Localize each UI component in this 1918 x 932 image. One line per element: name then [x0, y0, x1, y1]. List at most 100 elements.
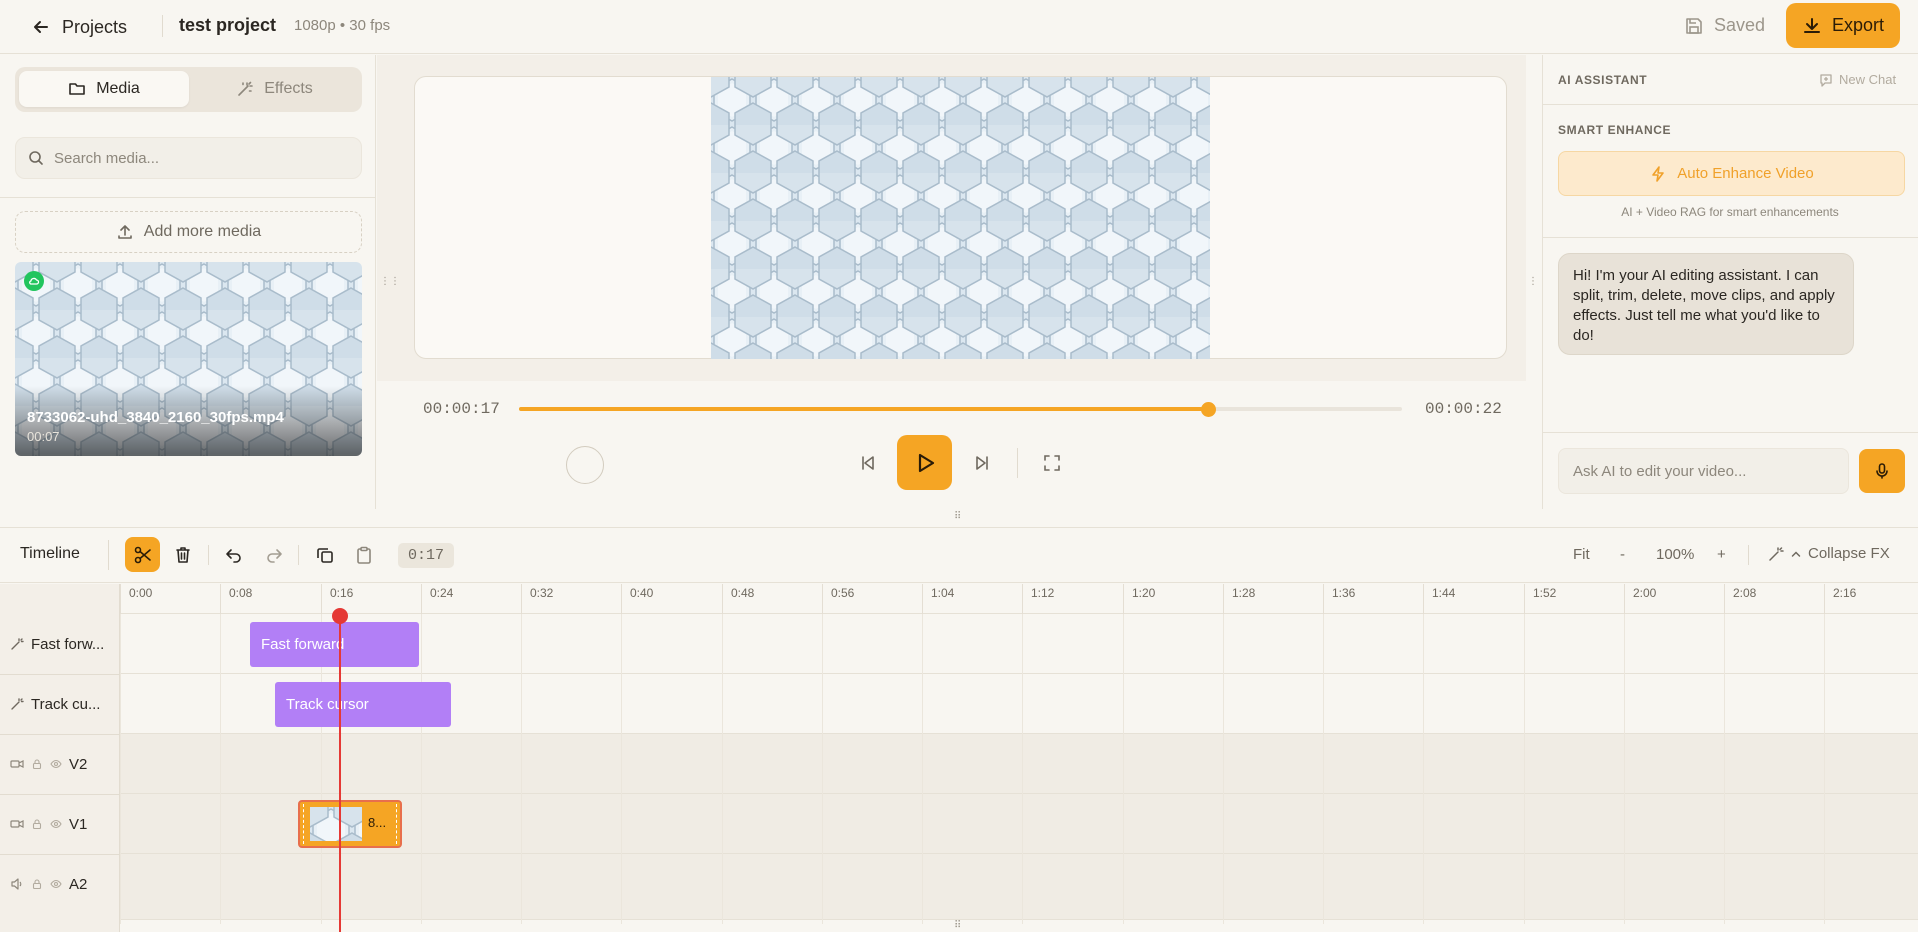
eye-icon[interactable]	[50, 878, 62, 890]
clip-trim-handle-left[interactable]	[303, 804, 306, 844]
skip-back-button[interactable]	[853, 448, 883, 478]
timeline-resize-handle[interactable]: ⠿	[954, 511, 961, 522]
clip-thumbnail	[310, 807, 362, 841]
controls-divider	[1017, 448, 1018, 478]
grid-line	[421, 614, 422, 924]
auto-enhance-label: Auto Enhance Video	[1677, 165, 1814, 182]
track-header-fast-forward[interactable]: Fast forw...	[0, 614, 120, 674]
grid-line	[1223, 614, 1224, 924]
undo-button[interactable]	[219, 540, 249, 570]
ruler-tick-label: 0:16	[330, 586, 354, 600]
fullscreen-button[interactable]	[1037, 448, 1067, 478]
skip-forward-button[interactable]	[967, 448, 997, 478]
assistant-divider	[1542, 104, 1918, 105]
progress-handle[interactable]	[1201, 402, 1216, 417]
delete-button[interactable]	[168, 540, 198, 570]
grid-line	[1724, 614, 1725, 924]
track-row[interactable]	[120, 854, 1918, 920]
grid-line	[220, 614, 221, 924]
track-row[interactable]	[120, 734, 1918, 794]
microphone-button[interactable]	[1859, 449, 1905, 493]
input-divider	[1542, 432, 1918, 433]
ruler-tick-label: 1:52	[1533, 586, 1557, 600]
panel-divider	[0, 197, 376, 198]
track-name: Fast forw...	[31, 635, 105, 653]
track-header-track-cursor[interactable]: Track cu...	[0, 674, 120, 734]
toolbar-divider	[208, 545, 209, 565]
magic-wand-icon	[10, 637, 24, 651]
video-frame-image	[711, 77, 1210, 359]
track-header-v2[interactable]: V2	[0, 734, 120, 794]
media-search-input[interactable]	[54, 149, 344, 167]
fx-clip-track-cursor[interactable]: Track cursor	[275, 682, 451, 727]
auto-enhance-button[interactable]: Auto Enhance Video	[1558, 151, 1905, 196]
track-header-a2[interactable]: A2	[0, 854, 120, 914]
cloud-icon	[24, 271, 44, 291]
add-media-button[interactable]: Add more media	[15, 211, 362, 253]
grid-line	[1524, 614, 1525, 924]
clip-trim-handle-right[interactable]	[394, 804, 397, 844]
track-name: A2	[69, 875, 88, 893]
ruler-tick	[1524, 584, 1525, 614]
clip-label: 8...	[368, 815, 387, 830]
new-chat-button[interactable]: New Chat	[1819, 72, 1896, 87]
panel-tabs: Media Effects	[15, 67, 362, 112]
fx-clip-label: Track cursor	[286, 696, 369, 713]
ruler-tick	[722, 584, 723, 614]
lock-icon[interactable]	[31, 878, 43, 890]
undo-icon	[224, 545, 244, 565]
ruler-tick-label: 1:04	[931, 586, 955, 600]
timeline-title: Timeline	[20, 545, 80, 562]
download-icon	[1802, 16, 1822, 36]
export-button[interactable]: Export	[1786, 3, 1900, 48]
tab-media[interactable]: Media	[19, 71, 189, 107]
saved-label: Saved	[1714, 15, 1766, 35]
split-button[interactable]	[125, 537, 160, 572]
grid-line	[922, 614, 923, 924]
speaker-icon	[10, 877, 24, 891]
auto-enhance-subtitle: AI + Video RAG for smart enhancements	[1621, 205, 1839, 219]
fit-button[interactable]: Fit	[1573, 546, 1590, 563]
zoom-in-button[interactable]: +	[1717, 546, 1726, 563]
scissors-icon	[133, 545, 153, 565]
ask-ai-input[interactable]	[1573, 449, 1834, 493]
eye-icon[interactable]	[50, 818, 62, 830]
tab-effects[interactable]: Effects	[191, 71, 358, 107]
playhead[interactable]	[339, 614, 341, 932]
save-icon	[1684, 16, 1704, 36]
lock-icon[interactable]	[31, 758, 43, 770]
search-icon	[28, 150, 44, 166]
enhance-divider	[1542, 237, 1918, 238]
grid-line	[1824, 614, 1825, 924]
ruler-tick	[521, 584, 522, 614]
folder-icon	[68, 80, 86, 98]
skip-back-icon	[858, 453, 878, 473]
video-preview[interactable]	[711, 77, 1210, 359]
tab-effects-label: Effects	[264, 80, 313, 97]
copy-button[interactable]	[310, 540, 340, 570]
eye-icon[interactable]	[50, 758, 62, 770]
zoom-out-button[interactable]: -	[1620, 546, 1625, 563]
grid-line	[120, 614, 121, 924]
lightning-icon	[1649, 165, 1667, 183]
playhead-handle[interactable]	[332, 608, 348, 624]
ruler-tick	[822, 584, 823, 614]
back-to-projects[interactable]: Projects	[32, 12, 127, 42]
trash-icon	[173, 545, 193, 565]
lock-icon[interactable]	[31, 818, 43, 830]
redo-button[interactable]	[259, 540, 289, 570]
media-item[interactable]: 8733062-uhd_3840_2160_30fps.mp4 00:07	[15, 262, 362, 456]
video-clip[interactable]: 8...	[298, 800, 402, 848]
ruler-tick	[220, 584, 221, 614]
ruler-tick-label: 1:28	[1232, 586, 1256, 600]
fx-clip-fast-forward[interactable]: Fast forward	[250, 622, 419, 667]
ruler-tick-label: 0:48	[731, 586, 755, 600]
play-button[interactable]	[897, 435, 952, 490]
bottom-resize-handle[interactable]: ⠿	[954, 920, 961, 931]
ruler-tick-label: 0:32	[530, 586, 554, 600]
ruler-tick-label: 2:00	[1633, 586, 1657, 600]
left-resize-handle[interactable]: ⋮⋮	[380, 276, 400, 287]
collapse-fx-button[interactable]: Collapse FX	[1768, 545, 1890, 562]
track-header-v1[interactable]: V1	[0, 794, 120, 854]
paste-button[interactable]	[349, 540, 379, 570]
